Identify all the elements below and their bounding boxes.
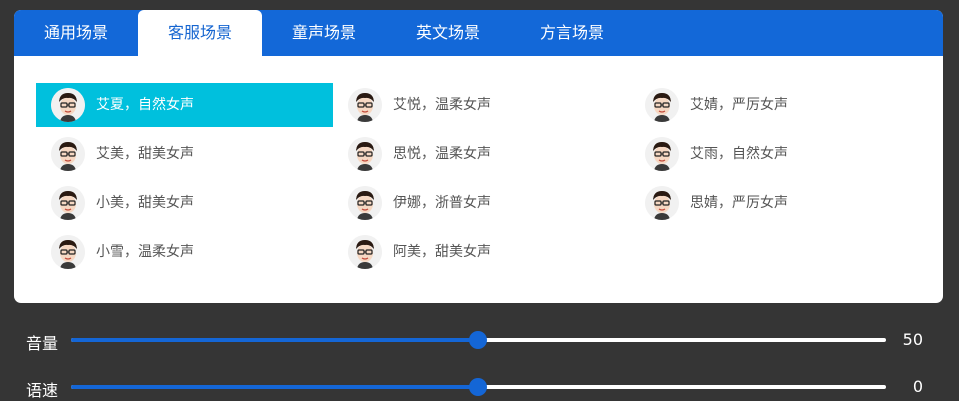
speed-value: 0 <box>912 377 923 396</box>
voice-option-label: 思悦，温柔女声 <box>393 146 491 162</box>
voice-option-label: 阿美，甜美女声 <box>393 244 491 260</box>
tab-child-voice-scene[interactable]: 童声场景 <box>262 10 386 56</box>
scene-tab-bar: 通用场景 客服场景 童声场景 英文场景 方言场景 <box>14 10 943 56</box>
volume-value: 50 <box>902 330 923 349</box>
volume-slider-fill <box>71 338 478 342</box>
voice-option-label: 小美，甜美女声 <box>96 195 194 211</box>
volume-slider[interactable] <box>71 331 886 349</box>
voice-option[interactable]: 思悦，温柔女声 <box>333 132 630 176</box>
voice-option[interactable]: 艾美，甜美女声 <box>36 132 333 176</box>
voice-option[interactable]: 艾悦，温柔女声 <box>333 83 630 127</box>
voice-option-label: 艾雨，自然女声 <box>690 146 788 162</box>
voice-option[interactable]: 思婧，严厉女声 <box>630 181 927 225</box>
cartoon-face-avatar-icon <box>51 88 85 122</box>
voice-option-label: 艾美，甜美女声 <box>96 146 194 162</box>
voice-selection-panel: 通用场景 客服场景 童声场景 英文场景 方言场景 艾夏，自然女声 艾悦，温柔女声艾… <box>14 10 943 303</box>
voice-option[interactable]: 艾婧，严厉女声 <box>630 83 927 127</box>
speed-slider-thumb[interactable] <box>469 378 487 396</box>
cartoon-face-avatar-icon <box>645 88 679 122</box>
speed-label: 语速 <box>26 381 59 400</box>
voice-option-label: 思婧，严厉女声 <box>690 195 788 211</box>
voice-option[interactable]: 阿美，甜美女声 <box>333 230 630 274</box>
tab-english-scene[interactable]: 英文场景 <box>386 10 510 56</box>
speed-slider[interactable] <box>71 378 886 396</box>
cartoon-face-avatar-icon <box>348 88 382 122</box>
voice-option-label: 艾悦，温柔女声 <box>393 97 491 113</box>
voice-option-label: 艾婧，严厉女声 <box>690 97 788 113</box>
voice-option-label: 小雪，温柔女声 <box>96 244 194 260</box>
cartoon-face-avatar-icon <box>348 186 382 220</box>
volume-slider-thumb[interactable] <box>469 331 487 349</box>
cartoon-face-avatar-icon <box>51 235 85 269</box>
cartoon-face-avatar-icon <box>348 137 382 171</box>
voice-option[interactable]: 伊娜，浙普女声 <box>333 181 630 225</box>
voice-option-label: 伊娜，浙普女声 <box>393 195 491 211</box>
voice-option[interactable]: 小美，甜美女声 <box>36 181 333 225</box>
volume-label: 音量 <box>26 334 59 353</box>
speed-slider-fill <box>71 385 478 389</box>
cartoon-face-avatar-icon <box>645 137 679 171</box>
tab-dialect-scene[interactable]: 方言场景 <box>510 10 634 56</box>
cartoon-face-avatar-icon <box>51 137 85 171</box>
voice-option[interactable]: 小雪，温柔女声 <box>36 230 333 274</box>
voice-option-label: 艾夏，自然女声 <box>96 97 194 113</box>
tab-general-scene[interactable]: 通用场景 <box>14 10 138 56</box>
tab-customer-service-scene[interactable]: 客服场景 <box>138 10 262 56</box>
voice-option[interactable]: 艾雨，自然女声 <box>630 132 927 176</box>
cartoon-face-avatar-icon <box>645 186 679 220</box>
cartoon-face-avatar-icon <box>348 235 382 269</box>
cartoon-face-avatar-icon <box>51 186 85 220</box>
voice-option[interactable]: 艾夏，自然女声 <box>36 83 333 127</box>
